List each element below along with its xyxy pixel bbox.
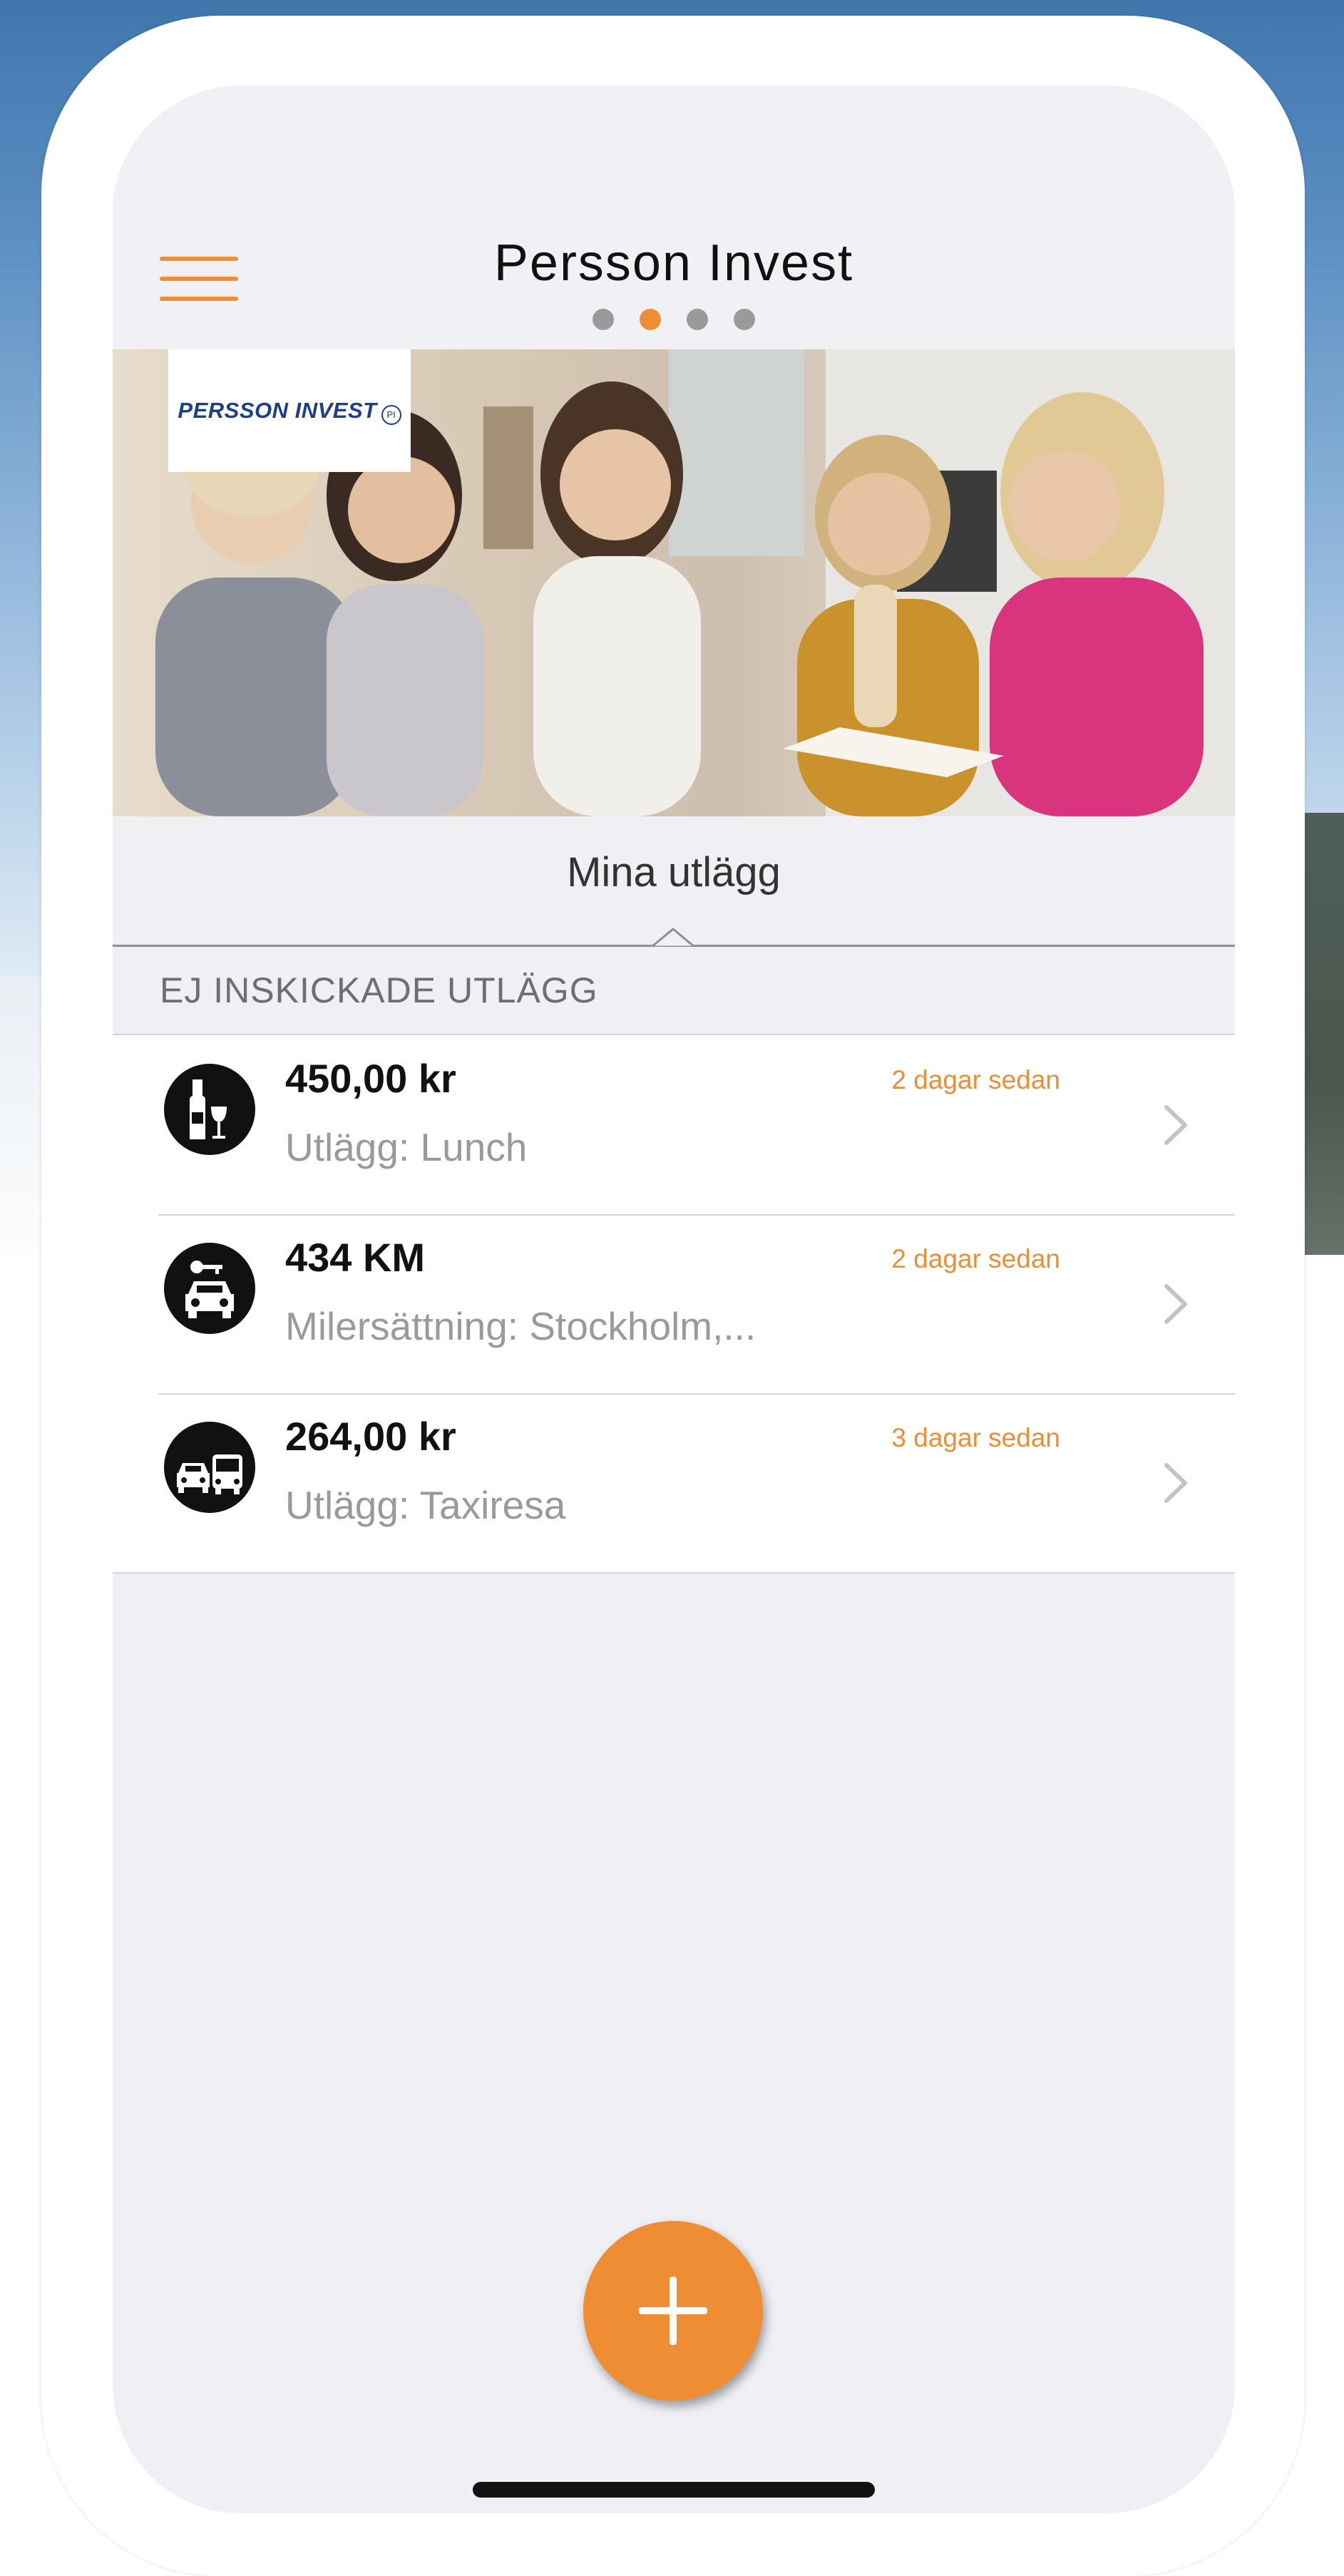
expense-time: 2 dagar sedan bbox=[891, 1244, 1060, 1273]
app-title: Persson Invest bbox=[493, 235, 854, 292]
expense-description: Utlägg: Lunch bbox=[285, 1125, 528, 1169]
group-header: EJ INSKICKADE UTLÄGG bbox=[160, 970, 598, 1010]
hero-photo: PERSSON INVEST PI bbox=[113, 349, 1235, 816]
expense-time: 3 dagar sedan bbox=[891, 1423, 1060, 1452]
chevron-right-icon bbox=[1164, 1463, 1187, 1503]
page-dot-1[interactable] bbox=[593, 309, 614, 330]
page-dot-2[interactable] bbox=[640, 309, 661, 330]
nav-header: Persson Invest bbox=[113, 86, 1235, 349]
home-indicator[interactable] bbox=[473, 2482, 875, 2498]
segment-title[interactable]: Mina utlägg bbox=[113, 848, 1235, 896]
expense-description: Milersättning: Stockholm,... bbox=[285, 1304, 756, 1348]
page-dot-4[interactable] bbox=[734, 309, 755, 330]
wine-bottle-icon bbox=[164, 1064, 255, 1155]
expense-amount: 434 KM bbox=[285, 1235, 426, 1280]
car-bus-icon bbox=[164, 1422, 255, 1513]
plus-icon bbox=[639, 2277, 707, 2345]
expense-row-lunch[interactable]: 450,00 kr Utlägg: Lunch 2 dagar sedan bbox=[113, 1035, 1235, 1214]
app-screen: Persson Invest PERSSON INVEST PI Mina ut… bbox=[113, 86, 1235, 2513]
page-dot-3[interactable] bbox=[687, 309, 708, 330]
chevron-right-icon bbox=[1164, 1284, 1187, 1324]
expense-description: Utlägg: Taxiresa bbox=[285, 1483, 566, 1527]
page-indicator bbox=[113, 309, 1235, 330]
expense-row-mileage[interactable]: 434 KM Milersättning: Stockholm,... 2 da… bbox=[113, 1214, 1235, 1393]
expense-time: 2 dagar sedan bbox=[891, 1065, 1060, 1094]
company-logo: PERSSON INVEST PI bbox=[168, 349, 411, 472]
segment-notch-icon bbox=[652, 928, 694, 949]
car-key-icon bbox=[164, 1243, 255, 1334]
expense-list: 450,00 kr Utlägg: Lunch 2 dagar sedan 43… bbox=[113, 1034, 1235, 1574]
expense-row-taxi[interactable]: 264,00 kr Utlägg: Taxiresa 3 dagar sedan bbox=[113, 1393, 1235, 1572]
expense-amount: 264,00 kr bbox=[285, 1414, 456, 1459]
add-expense-button[interactable] bbox=[583, 2221, 763, 2401]
expense-amount: 450,00 kr bbox=[285, 1056, 456, 1101]
chevron-right-icon bbox=[1164, 1105, 1187, 1145]
